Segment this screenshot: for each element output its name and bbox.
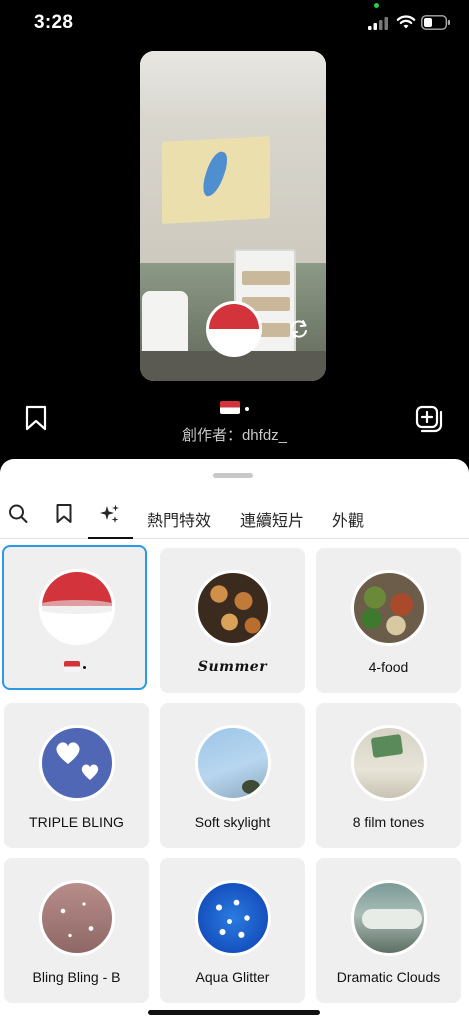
tab-trending[interactable]: 熱門特效 bbox=[147, 507, 211, 531]
tab-appearance[interactable]: 外觀 bbox=[332, 507, 364, 531]
effect-label: 4-food bbox=[368, 659, 409, 675]
status-bar: 3:28 bbox=[0, 0, 469, 46]
sheet-grabber[interactable] bbox=[213, 473, 253, 478]
effect-thumbnail bbox=[351, 725, 427, 801]
bookmark-icon[interactable] bbox=[56, 503, 72, 525]
effect-label: Soft skylight bbox=[194, 814, 271, 830]
sparkles-icon[interactable] bbox=[99, 503, 121, 525]
cellular-signal-icon bbox=[368, 17, 388, 30]
selected-tab-indicator bbox=[88, 537, 133, 539]
battery-icon bbox=[421, 15, 450, 30]
effect-tile[interactable] bbox=[2, 545, 147, 690]
effect-tile[interactable]: TRIPLE BLING bbox=[4, 703, 149, 848]
effect-label: Bling Bling - B bbox=[32, 969, 121, 985]
status-time: 3:28 bbox=[34, 12, 74, 33]
effect-tile[interactable]: Bling Bling - B bbox=[4, 858, 149, 1003]
effect-tile[interactable]: Aqua Glitter bbox=[160, 858, 305, 1003]
effect-label: Summer bbox=[197, 659, 268, 675]
tab-series[interactable]: 連續短片 bbox=[240, 507, 304, 531]
wifi-icon bbox=[396, 15, 416, 29]
gallery-add-icon[interactable] bbox=[415, 405, 443, 433]
effect-label: 8 film tones bbox=[352, 814, 425, 830]
effect-thumbnail bbox=[39, 880, 115, 956]
effect-tile[interactable]: Dramatic Clouds bbox=[316, 858, 461, 1003]
flag-emoji bbox=[220, 401, 240, 414]
current-effect-name[interactable] bbox=[0, 400, 469, 417]
effect-tile[interactable]: 8 film tones bbox=[316, 703, 461, 848]
effect-label: Aqua Glitter bbox=[195, 969, 270, 985]
privacy-indicator-dot bbox=[374, 3, 379, 8]
effect-label bbox=[4, 658, 145, 674]
effect-thumbnail bbox=[195, 880, 271, 956]
effect-label: Dramatic Clouds bbox=[336, 969, 441, 985]
effect-tile[interactable]: Soft skylight bbox=[160, 703, 305, 848]
search-icon[interactable] bbox=[8, 503, 28, 525]
effect-thumbnail bbox=[195, 570, 271, 646]
effect-thumbnail bbox=[351, 880, 427, 956]
effect-thumbnail bbox=[39, 725, 115, 801]
effect-tile[interactable]: 4-food bbox=[316, 548, 461, 693]
effect-creator[interactable]: 創作者：dhfdz_ bbox=[0, 424, 469, 445]
home-indicator[interactable] bbox=[148, 1010, 320, 1015]
effect-tabs: 熱門特效 連續短片 外觀 bbox=[0, 495, 469, 539]
effect-thumbnail bbox=[195, 725, 271, 801]
effects-sheet: 熱門特效 連續短片 外觀 Summer 4-food TRIPLE BLING … bbox=[0, 459, 469, 1024]
wall-map-poster bbox=[162, 136, 270, 224]
effect-thumbnail bbox=[351, 570, 427, 646]
flip-camera-icon[interactable] bbox=[288, 319, 310, 339]
effect-label: TRIPLE BLING bbox=[29, 814, 124, 830]
capture-button[interactable] bbox=[206, 301, 262, 357]
effect-tile[interactable]: Summer bbox=[160, 548, 305, 693]
effect-thumbnail bbox=[39, 569, 115, 645]
hearts-icon bbox=[56, 742, 99, 780]
